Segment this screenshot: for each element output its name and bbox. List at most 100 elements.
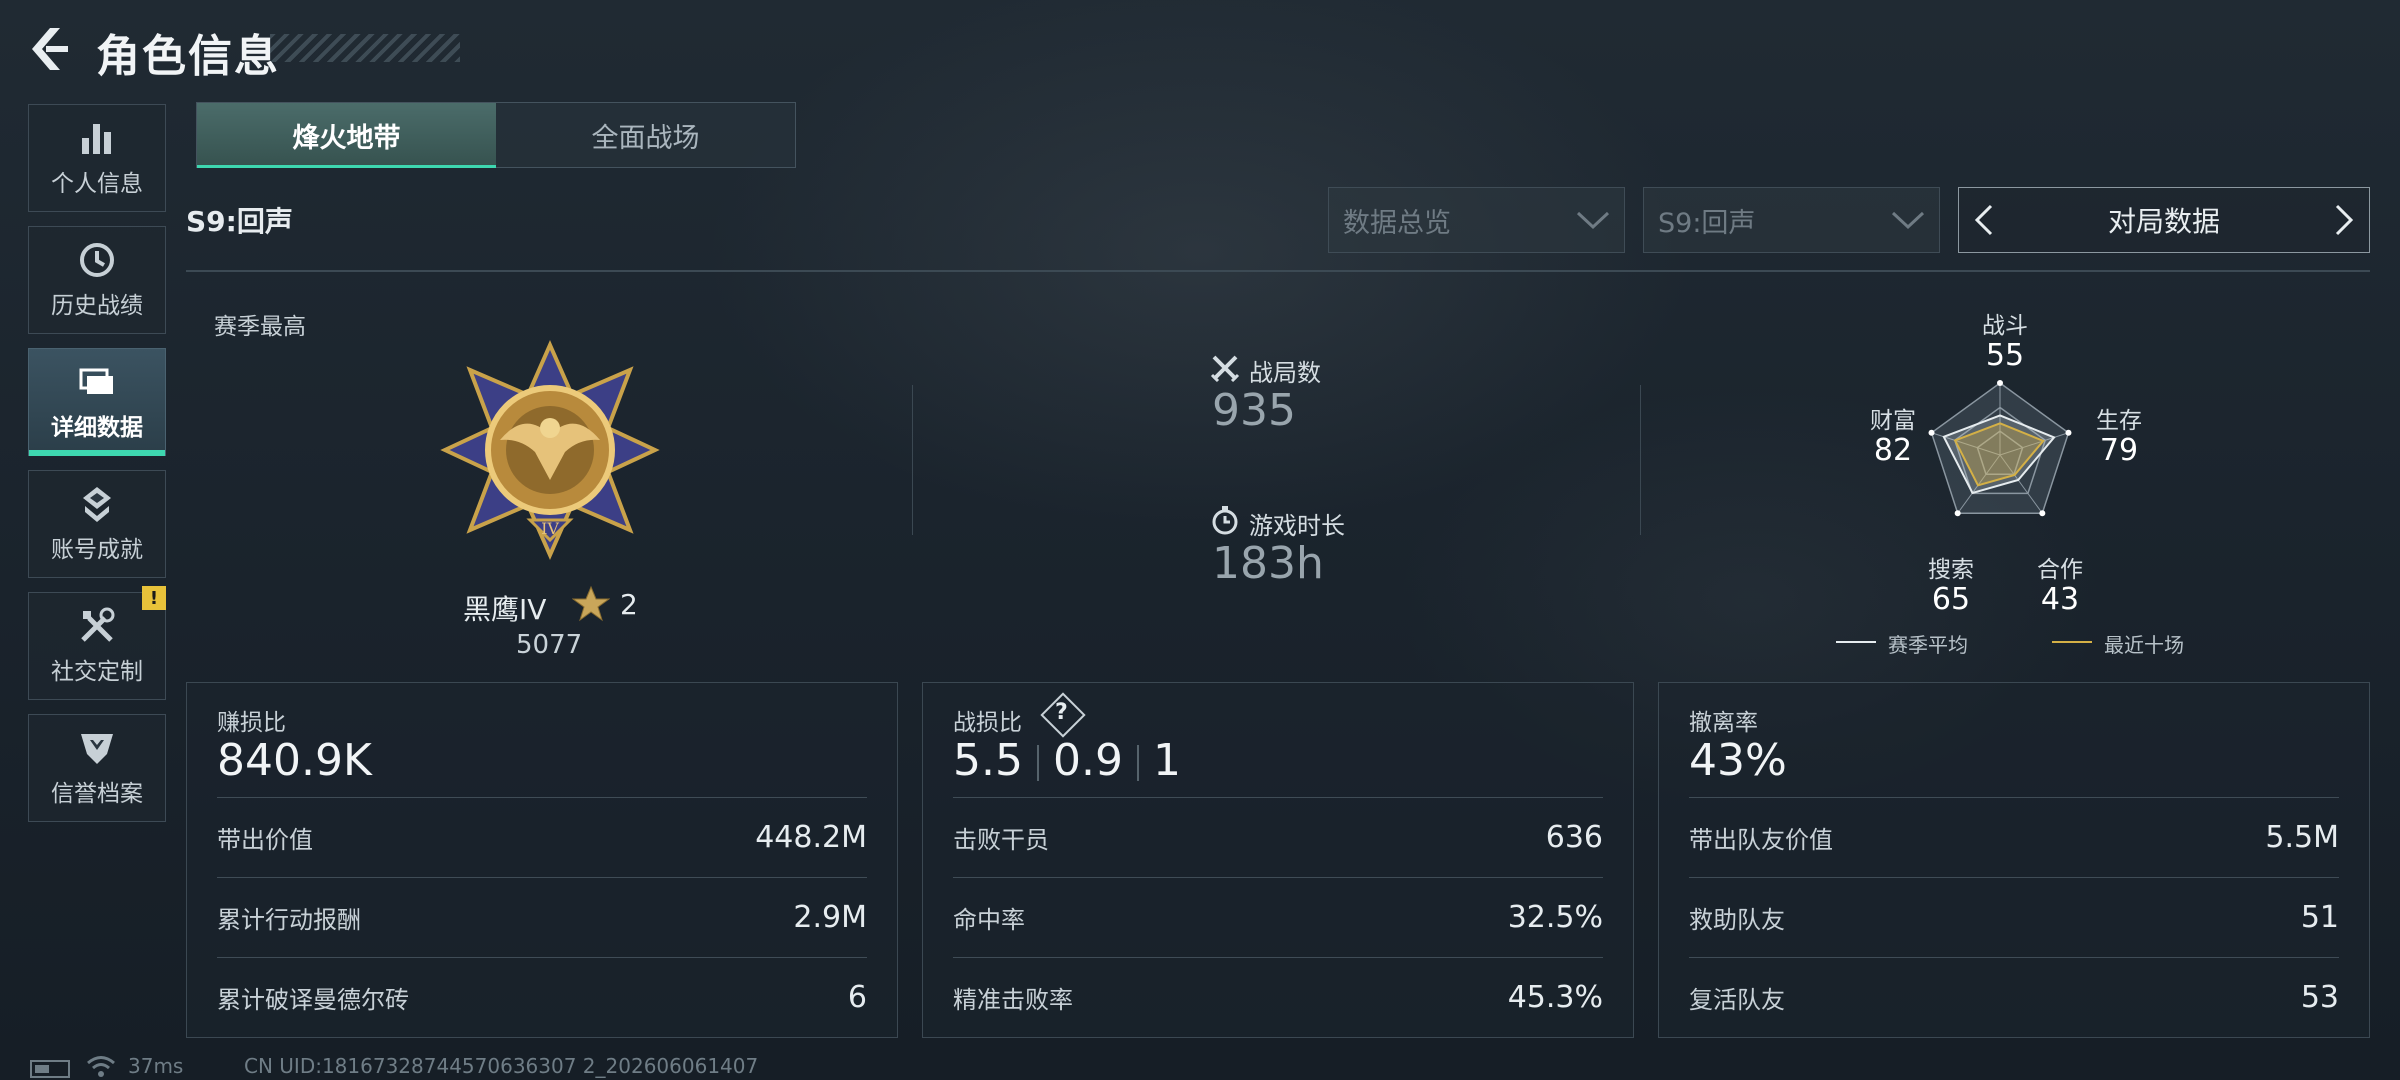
season-best-label: 赛季最高 xyxy=(214,314,306,340)
stat-label: 复活队友 xyxy=(1689,986,1785,1014)
panel-main-value: 5.5 0.9 1 xyxy=(953,735,1181,786)
dropdown-value: S9:回声 xyxy=(1658,207,1756,239)
radar-vertex-dot xyxy=(2065,429,2072,436)
sidebar-item-achievements[interactable]: 账号成就 xyxy=(28,470,166,578)
sidebar-item-label: 个人信息 xyxy=(51,171,143,197)
sidebar-item-label: 信誉档案 xyxy=(51,781,143,807)
chevron-down-icon xyxy=(1891,211,1925,230)
radar-vertex-dot xyxy=(2039,510,2046,517)
panel-title: 撤离率 xyxy=(1689,710,1758,736)
stat-value: 51 xyxy=(2300,900,2339,935)
matches-label: 战局数 xyxy=(1249,359,1321,387)
chevron-down-icon xyxy=(1576,211,1610,230)
sidebar-item-label: 账号成就 xyxy=(51,537,143,563)
radar-label-combat: 战斗 xyxy=(1982,313,2028,339)
sidebar-item-detailed-data[interactable]: 详细数据 xyxy=(28,348,166,456)
sidebar-item-label: 详细数据 xyxy=(51,415,143,441)
profit-panel: 赚损比 840.9K 带出价值 448.2M 累计行动报酬 2.9M 累计破译曼… xyxy=(186,682,898,1038)
match-data-pager: 对局数据 xyxy=(1958,187,2370,253)
stat-value: 32.5% xyxy=(1507,900,1603,935)
radar-value-search: 65 xyxy=(1931,582,1971,617)
mode-tabs: 烽火地带 全面战场 xyxy=(196,102,796,168)
radar-label-search: 搜索 xyxy=(1928,557,1974,583)
back-arrow-icon[interactable] xyxy=(28,26,70,72)
season-dropdown[interactable]: S9:回声 xyxy=(1643,187,1940,253)
stat-value: 636 xyxy=(1545,820,1603,855)
stat-label: 命中率 xyxy=(953,906,1025,934)
radar-label-survival: 生存 xyxy=(2096,408,2142,434)
value-separator xyxy=(1136,745,1139,781)
radar-value-wealth: 82 xyxy=(1873,433,1913,468)
radar-vertex-dot xyxy=(1997,380,2003,386)
bar-chart-icon xyxy=(82,124,111,154)
playtime-value: 183h xyxy=(1212,538,1324,589)
title-decoration xyxy=(270,34,460,62)
sidebar-item-history[interactable]: 历史战绩 xyxy=(28,226,166,334)
wifi-icon xyxy=(87,1056,115,1077)
tools-icon xyxy=(81,607,115,642)
pager-label: 对局数据 xyxy=(2107,205,2220,238)
stat-label: 带出价值 xyxy=(217,826,313,854)
ability-radar-chart xyxy=(1928,380,2072,517)
stat-row: 累计破译曼德尔砖 6 xyxy=(217,957,867,1037)
panel-title: 赚损比 xyxy=(217,710,286,736)
battery-icon xyxy=(30,1060,70,1078)
tab-warfare[interactable]: 全面战场 xyxy=(496,103,795,167)
stacked-cards-icon xyxy=(79,368,113,394)
section-divider xyxy=(186,270,2370,272)
radar-value-teamwork: 43 xyxy=(2040,582,2080,617)
tab-operations[interactable]: 烽火地带 xyxy=(197,103,496,168)
sidebar-item-credit-profile[interactable]: 信誉档案 xyxy=(28,714,166,822)
kd-ratio-c: 1 xyxy=(1152,735,1181,786)
legend-swatch-season xyxy=(1836,641,1876,643)
stat-row: 击败干员 636 xyxy=(953,797,1603,877)
radar-vertex-dot xyxy=(1954,510,1961,517)
stat-row: 累计行动报酬 2.9M xyxy=(217,877,867,957)
stat-value: 53 xyxy=(2300,980,2339,1015)
panel-main-value: 43% xyxy=(1689,735,1787,786)
stat-label: 救助队友 xyxy=(1689,906,1785,934)
user-uid: CN UID:18167328744570636307 2_2026060614… xyxy=(244,1054,759,1078)
help-icon: ? xyxy=(1055,700,1068,725)
rank-score: 5077 xyxy=(516,630,583,660)
star-icon xyxy=(572,585,610,622)
stopwatch-icon xyxy=(1212,506,1238,535)
panel-main-value: 840.9K xyxy=(217,735,372,786)
sidebar-item-label: 历史战绩 xyxy=(51,293,143,319)
stat-value: 6 xyxy=(847,980,867,1015)
history-icon xyxy=(80,243,114,277)
achievement-icon xyxy=(83,487,111,522)
rank-stars-count: 2 xyxy=(620,588,638,621)
panel-title: 战损比 xyxy=(953,710,1022,736)
matches-value: 935 xyxy=(1212,385,1296,436)
radar-label-wealth: 财富 xyxy=(1870,408,1916,434)
chevron-right-icon[interactable] xyxy=(2333,203,2355,237)
stat-label: 击败干员 xyxy=(953,826,1049,854)
stat-label: 累计破译曼德尔砖 xyxy=(217,986,409,1014)
stat-label: 精准击败率 xyxy=(953,986,1073,1014)
radar-value-combat: 55 xyxy=(1985,338,2025,373)
dropdown-value: 数据总览 xyxy=(1343,207,1451,239)
stat-row: 复活队友 53 xyxy=(1689,957,2339,1037)
ping-readout: 37ms xyxy=(128,1054,184,1078)
notification-badge: ! xyxy=(142,586,166,610)
data-overview-dropdown[interactable]: 数据总览 xyxy=(1328,187,1625,253)
season-label: S9:回声 xyxy=(186,205,293,238)
combat-panel: 战损比 ? 5.5 0.9 1 击败干员 636 命中率 32.5% 精准击败率 4… xyxy=(922,682,1634,1038)
stat-value: 5.5M xyxy=(2265,820,2339,855)
credit-shield-icon xyxy=(81,734,113,764)
rank-name: 黑鹰IV xyxy=(463,593,547,626)
radar-label-teamwork: 合作 xyxy=(2037,557,2083,583)
legend-label-season: 赛季平均 xyxy=(1888,633,1968,657)
column-divider xyxy=(912,385,913,535)
page-title: 角色信息 xyxy=(96,31,280,82)
stat-label: 累计行动报酬 xyxy=(217,906,361,934)
crossed-swords-icon xyxy=(1210,355,1240,383)
chevron-left-icon[interactable] xyxy=(1973,203,1995,237)
stat-value: 448.2M xyxy=(755,820,867,855)
sidebar-item-personal-info[interactable]: 个人信息 xyxy=(28,104,166,212)
stat-row: 带出队友价值 5.5M xyxy=(1689,797,2339,877)
stat-row: 带出价值 448.2M xyxy=(217,797,867,877)
stat-row: 救助队友 51 xyxy=(1689,877,2339,957)
stat-row: 命中率 32.5% xyxy=(953,877,1603,957)
